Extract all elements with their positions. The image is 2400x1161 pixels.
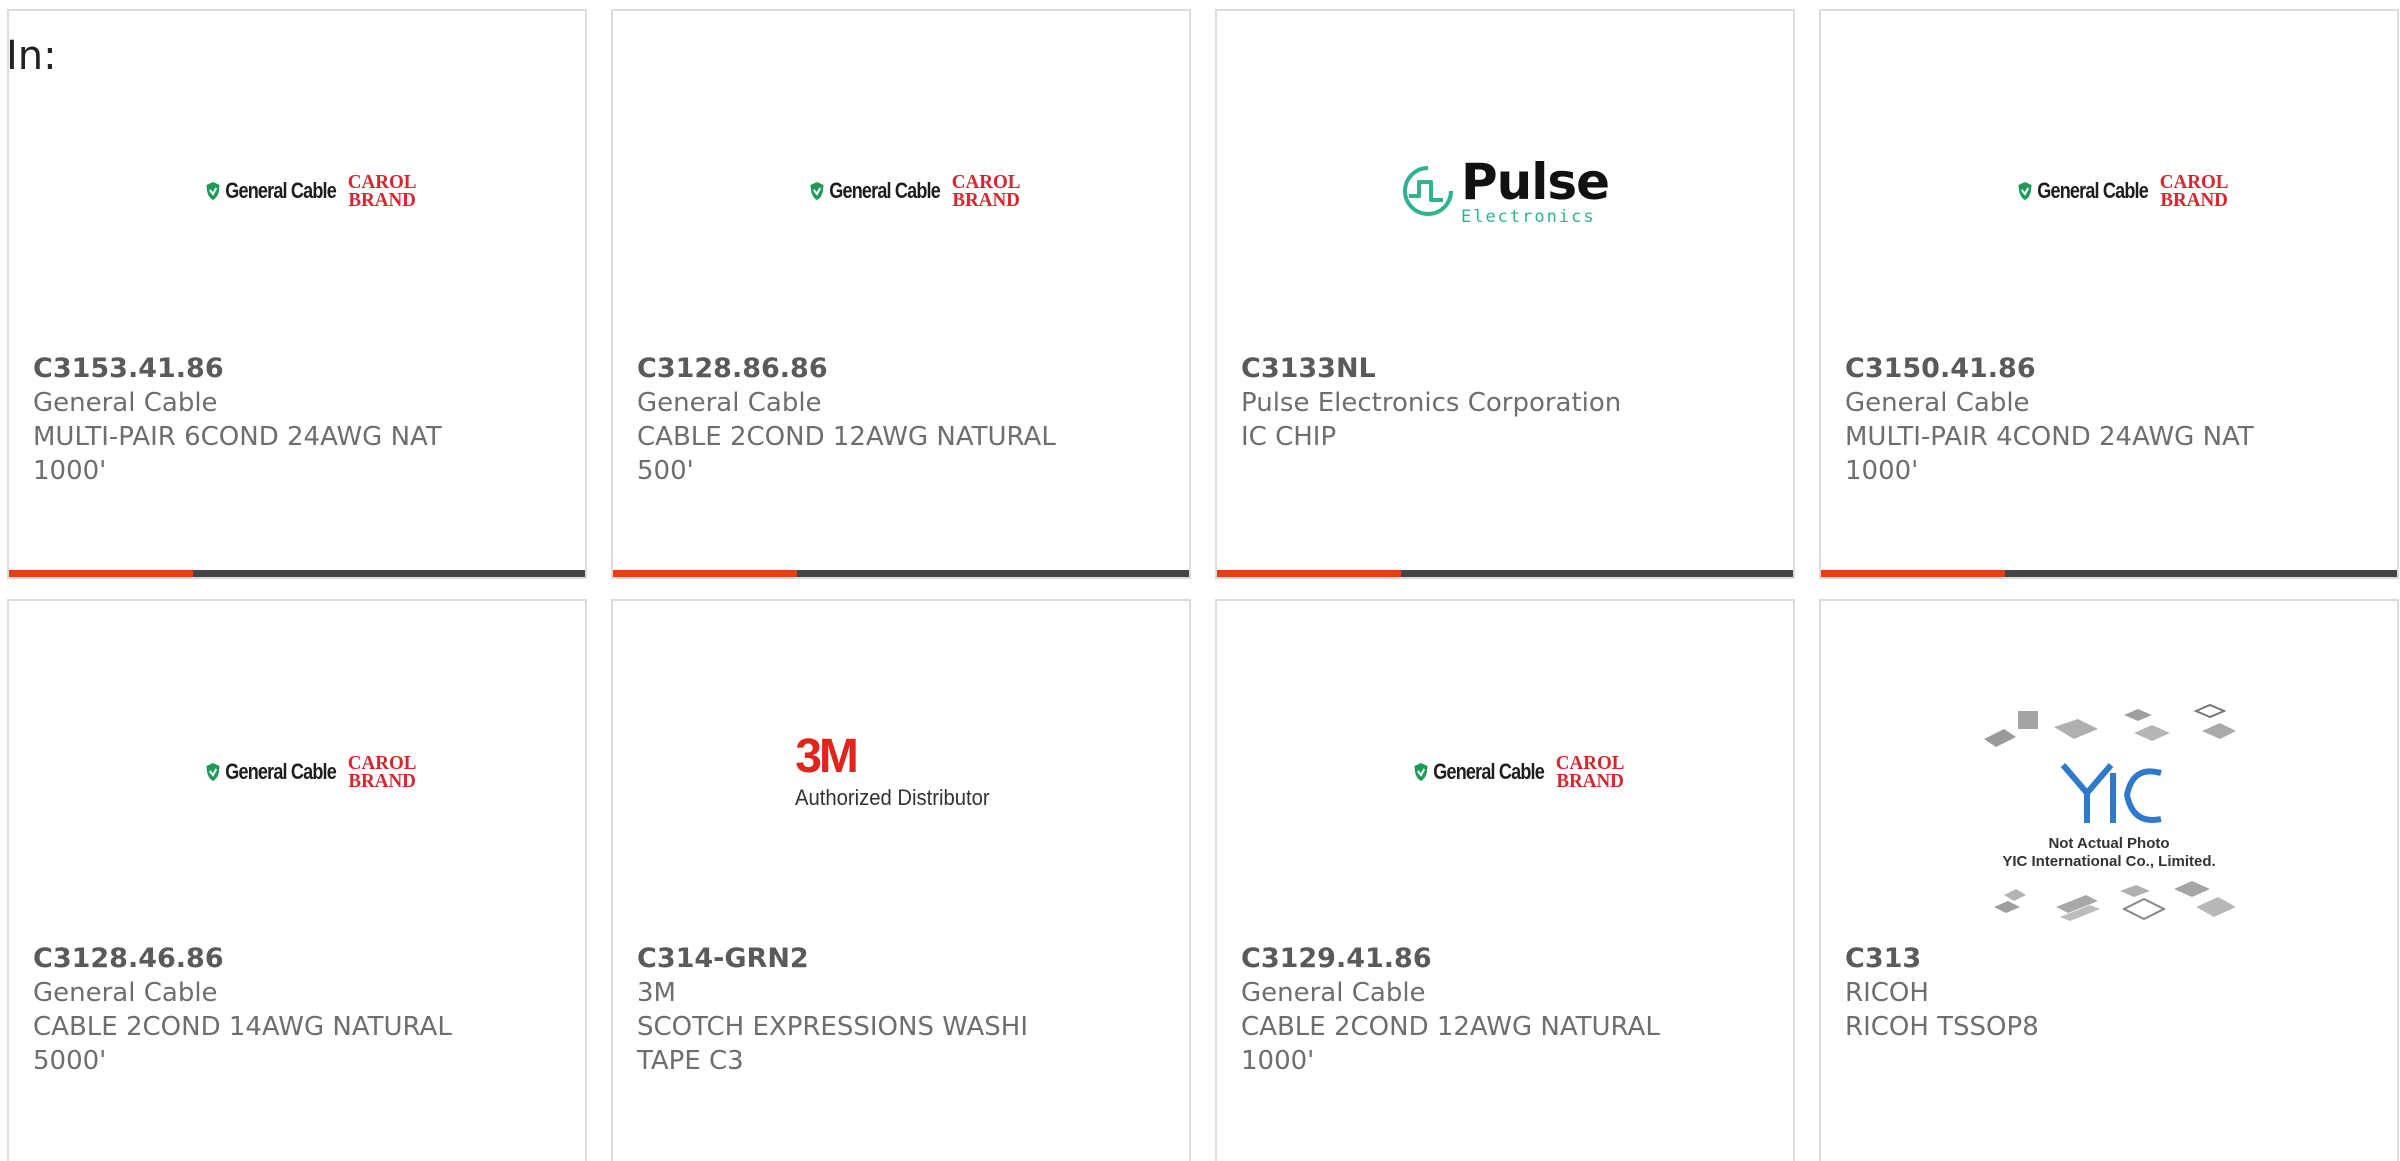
part-number[interactable]: C3128.86.86: [637, 352, 1165, 386]
progress-fill: [1821, 570, 2006, 577]
progress-bar: [9, 570, 585, 577]
shield-icon: [206, 182, 220, 200]
part-number[interactable]: C313: [1845, 942, 2373, 976]
chip-components-icon: [1994, 881, 2236, 921]
shield-icon: [206, 763, 220, 781]
product-description: IC CHIP: [1241, 422, 1337, 452]
brand-wordmark: BRAND: [348, 770, 416, 792]
product-description: MULTI-PAIR 4COND 24AWG NAT 1000': [1845, 422, 2254, 486]
product-card[interactable]: Pulse Electronics C3133NL Pulse Electron…: [1215, 9, 1795, 579]
manufacturer-name: General Cable: [33, 388, 218, 418]
pulse-circle-icon: [1403, 166, 1453, 216]
part-number[interactable]: C3129.41.86: [1241, 942, 1769, 976]
product-description: CABLE 2COND 12AWG NATURAL 500': [637, 422, 1056, 486]
general-cable-logo: General Cable CAROL BRAND: [1988, 172, 2230, 211]
brand-wordmark: BRAND: [1556, 770, 1624, 792]
part-number[interactable]: C3150.41.86: [1845, 352, 2373, 386]
general-cable-logo: General Cable CAROL BRAND: [780, 172, 1022, 211]
authorized-distributor-text: Authorized Distributor: [795, 785, 990, 810]
brand-wordmark: BRAND: [348, 189, 416, 211]
manufacturer-name: General Cable: [33, 978, 218, 1008]
general-cable-wordmark: General Cable: [225, 759, 336, 784]
manufacturer-name: RICOH: [1845, 978, 1929, 1008]
yic-logo-icon: [2060, 763, 2162, 823]
general-cable-logo: General Cable CAROL BRAND: [176, 753, 418, 792]
product-card[interactable]: 3M Authorized Distributor C314-GRN2 3M S…: [611, 599, 1191, 1161]
manufacturer-name: 3M: [637, 978, 676, 1008]
product-description: CABLE 2COND 14AWG NATURAL 5000': [33, 1012, 452, 1076]
manufacturer-name: General Cable: [1845, 388, 2030, 418]
product-info: C313 RICOH RICOH TSSOP8: [1845, 942, 2373, 1044]
product-info: C3133NL Pulse Electronics Corporation IC…: [1241, 352, 1769, 454]
product-card[interactable]: General Cable CAROL BRAND C3128.46.86 Ge…: [7, 599, 587, 1161]
product-description: CABLE 2COND 12AWG NATURAL 1000': [1241, 1012, 1660, 1076]
product-description: SCOTCH EXPRESSIONS WASHI TAPE C3: [637, 1012, 1029, 1076]
manufacturer-logo: Pulse Electronics: [1217, 121, 1793, 261]
product-info: C3153.41.86 General Cable MULTI-PAIR 6CO…: [33, 352, 561, 488]
progress-fill: [613, 570, 798, 577]
page-label: In:: [6, 33, 57, 79]
brand-wordmark: BRAND: [952, 189, 1020, 211]
manufacturer-name: General Cable: [1241, 978, 1426, 1008]
pulse-wordmark: Pulse: [1460, 152, 1610, 211]
product-info: C3128.86.86 General Cable CABLE 2COND 12…: [637, 352, 1165, 488]
product-description: RICOH TSSOP8: [1845, 1012, 2039, 1042]
product-card[interactable]: General Cable CAROL BRAND C3153.41.86 Ge…: [7, 9, 587, 579]
part-number[interactable]: C314-GRN2: [637, 942, 1165, 976]
product-card[interactable]: General Cable CAROL BRAND C3129.41.86 Ge…: [1215, 599, 1795, 1161]
progress-bar: [1821, 570, 2397, 577]
3m-wordmark: 3M: [795, 730, 859, 783]
part-number[interactable]: C3133NL: [1241, 352, 1769, 386]
shield-icon: [810, 182, 824, 200]
pulse-logo: Pulse Electronics: [1401, 152, 1610, 227]
product-card[interactable]: General Cable CAROL BRAND C3150.41.86 Ge…: [1819, 9, 2399, 579]
not-actual-photo-text: Not Actual Photo: [2048, 835, 2170, 852]
3m-logo: 3M Authorized Distributor: [795, 733, 1007, 811]
part-number[interactable]: C3128.46.86: [33, 942, 561, 976]
yic-placeholder-image: Not Actual Photo YIC International Co., …: [1974, 701, 2244, 925]
general-cable-logo: General Cable CAROL BRAND: [176, 172, 418, 211]
brand-wordmark: BRAND: [2160, 189, 2228, 211]
general-cable-wordmark: General Cable: [225, 178, 336, 203]
manufacturer-logo: 3M Authorized Distributor: [613, 702, 1189, 842]
progress-fill: [9, 570, 194, 577]
product-info: C314-GRN2 3M SCOTCH EXPRESSIONS WASHI TA…: [637, 942, 1165, 1078]
product-card[interactable]: Not Actual Photo YIC International Co., …: [1819, 599, 2399, 1161]
progress-fill: [1217, 570, 1402, 577]
product-card[interactable]: General Cable CAROL BRAND C3128.86.86 Ge…: [611, 9, 1191, 579]
manufacturer-logo: General Cable CAROL BRAND: [613, 121, 1189, 261]
manufacturer-name: General Cable: [637, 388, 822, 418]
product-info: C3129.41.86 General Cable CABLE 2COND 12…: [1241, 942, 1769, 1078]
general-cable-wordmark: General Cable: [2037, 178, 2148, 203]
product-description: MULTI-PAIR 6COND 24AWG NAT 1000': [33, 422, 442, 486]
product-info: C3150.41.86 General Cable MULTI-PAIR 4CO…: [1845, 352, 2373, 488]
manufacturer-logo: Not Actual Photo YIC International Co., …: [1821, 693, 2397, 933]
shield-icon: [2018, 182, 2032, 200]
manufacturer-logo: General Cable CAROL BRAND: [9, 121, 585, 261]
manufacturer-name: Pulse Electronics Corporation: [1241, 388, 1622, 418]
yic-company-text: YIC International Co., Limited.: [2002, 853, 2216, 870]
chip-components-icon: [1984, 703, 2236, 747]
manufacturer-logo: General Cable CAROL BRAND: [1217, 702, 1793, 842]
product-info: C3128.46.86 General Cable CABLE 2COND 14…: [33, 942, 561, 1078]
progress-bar: [1217, 570, 1793, 577]
manufacturer-logo: General Cable CAROL BRAND: [9, 702, 585, 842]
general-cable-wordmark: General Cable: [1433, 759, 1544, 784]
progress-bar: [613, 570, 1189, 577]
manufacturer-logo: General Cable CAROL BRAND: [1821, 121, 2397, 261]
shield-icon: [1414, 763, 1428, 781]
part-number[interactable]: C3153.41.86: [33, 352, 561, 386]
general-cable-logo: General Cable CAROL BRAND: [1384, 753, 1626, 792]
electronics-wordmark: Electronics: [1460, 206, 1596, 227]
general-cable-wordmark: General Cable: [829, 178, 940, 203]
